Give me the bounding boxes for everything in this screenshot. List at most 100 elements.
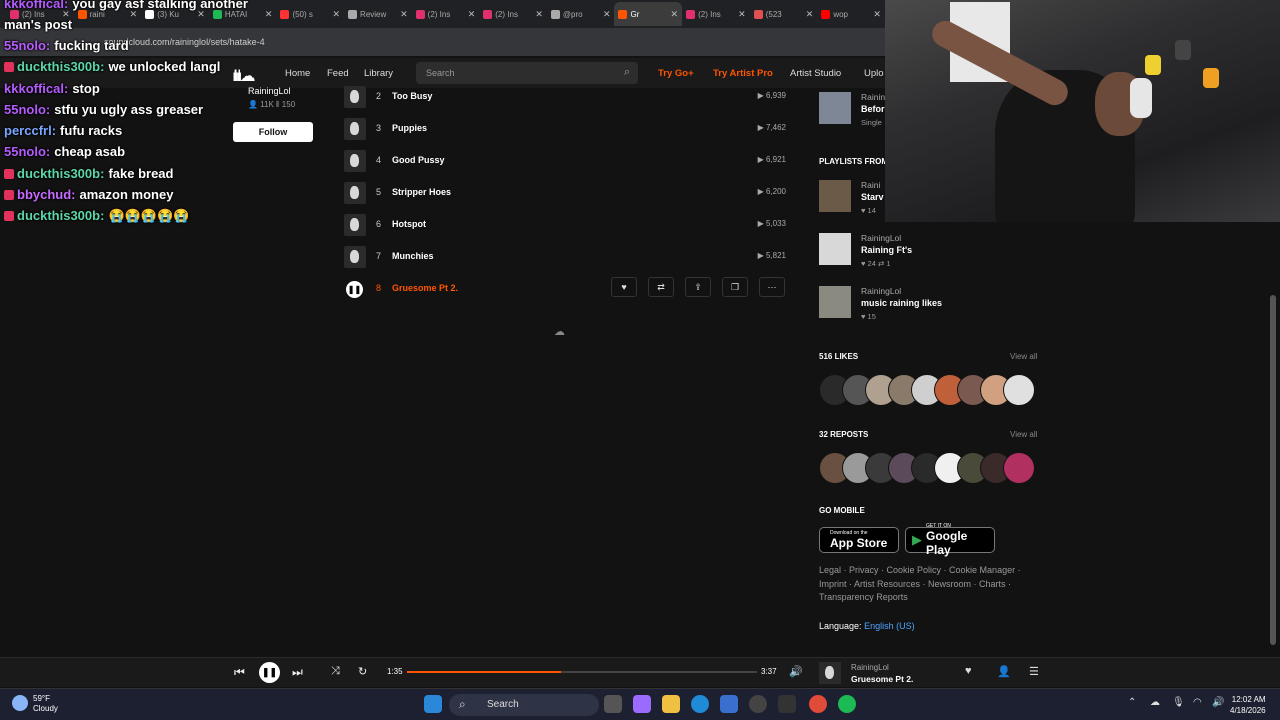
- playlist-item[interactable]: RainingLol music raining likes ♥ 15: [819, 286, 1039, 328]
- volume-tray-icon[interactable]: 🔊: [1212, 697, 1224, 708]
- reposts-view-all-link[interactable]: View all: [1010, 430, 1037, 439]
- close-icon[interactable]: ✕: [603, 9, 611, 20]
- track-row[interactable]: 4 Good Pussy ▶ 6,921: [344, 149, 790, 173]
- repost-icon[interactable]: ⇄: [648, 277, 674, 297]
- track-row[interactable]: 3 Puppies ▶ 7,462: [344, 117, 790, 141]
- nav-feed-link[interactable]: Feed: [327, 68, 349, 79]
- app-store-button[interactable]: Download on the App Store: [819, 527, 899, 553]
- start-icon[interactable]: [424, 695, 442, 713]
- track-artwork[interactable]: [344, 150, 366, 172]
- track-artwork[interactable]: [344, 118, 366, 140]
- edge-icon[interactable]: [691, 695, 709, 713]
- close-icon[interactable]: ✕: [535, 9, 543, 20]
- file-explorer-icon[interactable]: [662, 695, 680, 713]
- nav-home-link[interactable]: Home: [285, 68, 310, 79]
- search-input[interactable]: Search ⌕: [416, 62, 638, 84]
- track-title[interactable]: Gruesome Pt 2.: [392, 283, 458, 293]
- system-clock[interactable]: 12:02 AM 4/18/2026: [1230, 694, 1266, 716]
- volume-icon[interactable]: 🔊: [789, 665, 803, 678]
- chat-username[interactable]: duckthis300b:: [17, 59, 104, 74]
- browser-tab[interactable]: (2) Ins ✕: [682, 2, 750, 26]
- soundcloud-logo-icon[interactable]: ıllıılı☁: [232, 66, 256, 86]
- store-icon[interactable]: [720, 695, 738, 713]
- track-artwork[interactable]: [344, 86, 366, 108]
- queue-icon[interactable]: ☰: [1029, 665, 1039, 678]
- google-play-button[interactable]: ▶ GET IT ON Google Play: [905, 523, 995, 557]
- track-title[interactable]: Hotspot: [392, 219, 426, 229]
- likes-view-all-link[interactable]: View all: [1010, 352, 1037, 361]
- close-icon[interactable]: ✕: [873, 9, 881, 20]
- browser-tab[interactable]: Gr ✕: [614, 2, 683, 26]
- progress-bar[interactable]: [407, 671, 757, 673]
- share-icon[interactable]: ⇪: [685, 277, 711, 297]
- chrome-icon[interactable]: [809, 695, 827, 713]
- track-row[interactable]: 5 Stripper Hoes ▶ 6,200: [344, 181, 790, 205]
- mic-icon[interactable]: 🎙: [1172, 697, 1185, 708]
- language-selector[interactable]: Language: English (US): [819, 621, 915, 631]
- close-icon[interactable]: ✕: [333, 9, 341, 20]
- now-playing-artwork[interactable]: [819, 662, 841, 684]
- pause-button[interactable]: ❚❚: [346, 281, 363, 298]
- search-icon[interactable]: ⌕: [624, 66, 630, 79]
- shuffle-icon[interactable]: ⤨: [331, 665, 340, 678]
- track-row[interactable]: 6 Hotspot ▶ 5,033: [344, 213, 790, 237]
- browser-tab[interactable]: (2) Ins ✕: [479, 2, 547, 26]
- track-artwork[interactable]: [344, 246, 366, 268]
- page-scrollbar[interactable]: [1270, 295, 1276, 645]
- repeat-icon[interactable]: ↻: [358, 665, 367, 678]
- pause-button[interactable]: ❚❚: [259, 662, 280, 683]
- user-avatar[interactable]: [1003, 452, 1035, 484]
- browser-tab[interactable]: @pro ✕: [547, 2, 615, 26]
- now-playing-artist[interactable]: RainingLol: [851, 663, 889, 672]
- like-heart-icon[interactable]: ♥: [611, 277, 637, 297]
- copy-link-icon[interactable]: ❐: [722, 277, 748, 297]
- previous-icon[interactable]: ⏮: [234, 665, 245, 680]
- browser-tab[interactable]: wop ✕: [817, 2, 885, 26]
- settings-icon[interactable]: [749, 695, 767, 713]
- more-options-icon[interactable]: ⋯: [759, 277, 785, 297]
- close-icon[interactable]: ✕: [806, 9, 814, 20]
- language-value[interactable]: English (US): [864, 621, 915, 631]
- chat-username[interactable]: 55nolo:: [4, 144, 50, 159]
- chat-username[interactable]: kkkoffical:: [4, 0, 68, 11]
- tray-cloud-icon[interactable]: ☁: [1150, 697, 1160, 708]
- track-title[interactable]: Good Pussy: [392, 155, 445, 165]
- next-icon[interactable]: ⏭: [292, 665, 303, 680]
- tray-chevron-icon[interactable]: ⌃: [1128, 697, 1136, 708]
- close-icon[interactable]: ✕: [265, 9, 273, 20]
- chat-username[interactable]: bbychud:: [17, 187, 76, 202]
- close-icon[interactable]: ✕: [738, 9, 746, 20]
- spotify-icon[interactable]: [838, 695, 856, 713]
- chat-username[interactable]: perccfrl:: [4, 123, 56, 138]
- playlist-item[interactable]: RainingLol Raining Ft's ♥ 24 ⇄ 1: [819, 233, 1039, 275]
- track-title[interactable]: Stripper Hoes: [392, 187, 451, 197]
- copilot-icon[interactable]: [633, 695, 651, 713]
- chat-username[interactable]: kkkoffical:: [4, 81, 68, 96]
- close-icon[interactable]: ✕: [468, 9, 476, 20]
- track-row[interactable]: ❚❚ 8 Gruesome Pt 2. ♥ ⇄ ⇪ ❐ ⋯: [344, 277, 790, 301]
- track-row[interactable]: 7 Munchies ▶ 5,821: [344, 245, 790, 269]
- taskbar-search[interactable]: ⌕ Search: [449, 694, 599, 716]
- track-artwork[interactable]: [344, 182, 366, 204]
- browser-tab[interactable]: (523 ✕: [750, 2, 818, 26]
- footer-links[interactable]: Legal · Privacy · Cookie Policy · Cookie…: [819, 564, 1039, 605]
- user-avatar[interactable]: [1003, 374, 1035, 406]
- try-go-plus-link[interactable]: Try Go+: [658, 68, 694, 79]
- browser-tab[interactable]: (2) Ins ✕: [412, 2, 480, 26]
- now-playing-title[interactable]: Gruesome Pt 2.: [851, 674, 913, 684]
- chat-username[interactable]: duckthis300b:: [17, 166, 104, 181]
- artist-studio-link[interactable]: Artist Studio: [790, 68, 841, 79]
- track-artwork[interactable]: [344, 214, 366, 236]
- track-row[interactable]: 2 Too Busy ▶ 6,939: [344, 85, 790, 109]
- browser-tab[interactable]: (50) s ✕: [276, 2, 344, 26]
- artist-name[interactable]: RainingLol: [248, 86, 295, 96]
- wifi-icon[interactable]: ◠: [1193, 697, 1202, 708]
- close-icon[interactable]: ✕: [671, 9, 679, 20]
- close-icon[interactable]: ✕: [400, 9, 408, 20]
- chat-username[interactable]: duckthis300b:: [17, 208, 104, 223]
- follow-button[interactable]: Follow: [233, 122, 313, 142]
- weather-icon[interactable]: [12, 695, 28, 711]
- track-title[interactable]: Too Busy: [392, 91, 432, 101]
- follow-user-icon[interactable]: 👤: [997, 665, 1011, 678]
- app-icon[interactable]: [778, 695, 796, 713]
